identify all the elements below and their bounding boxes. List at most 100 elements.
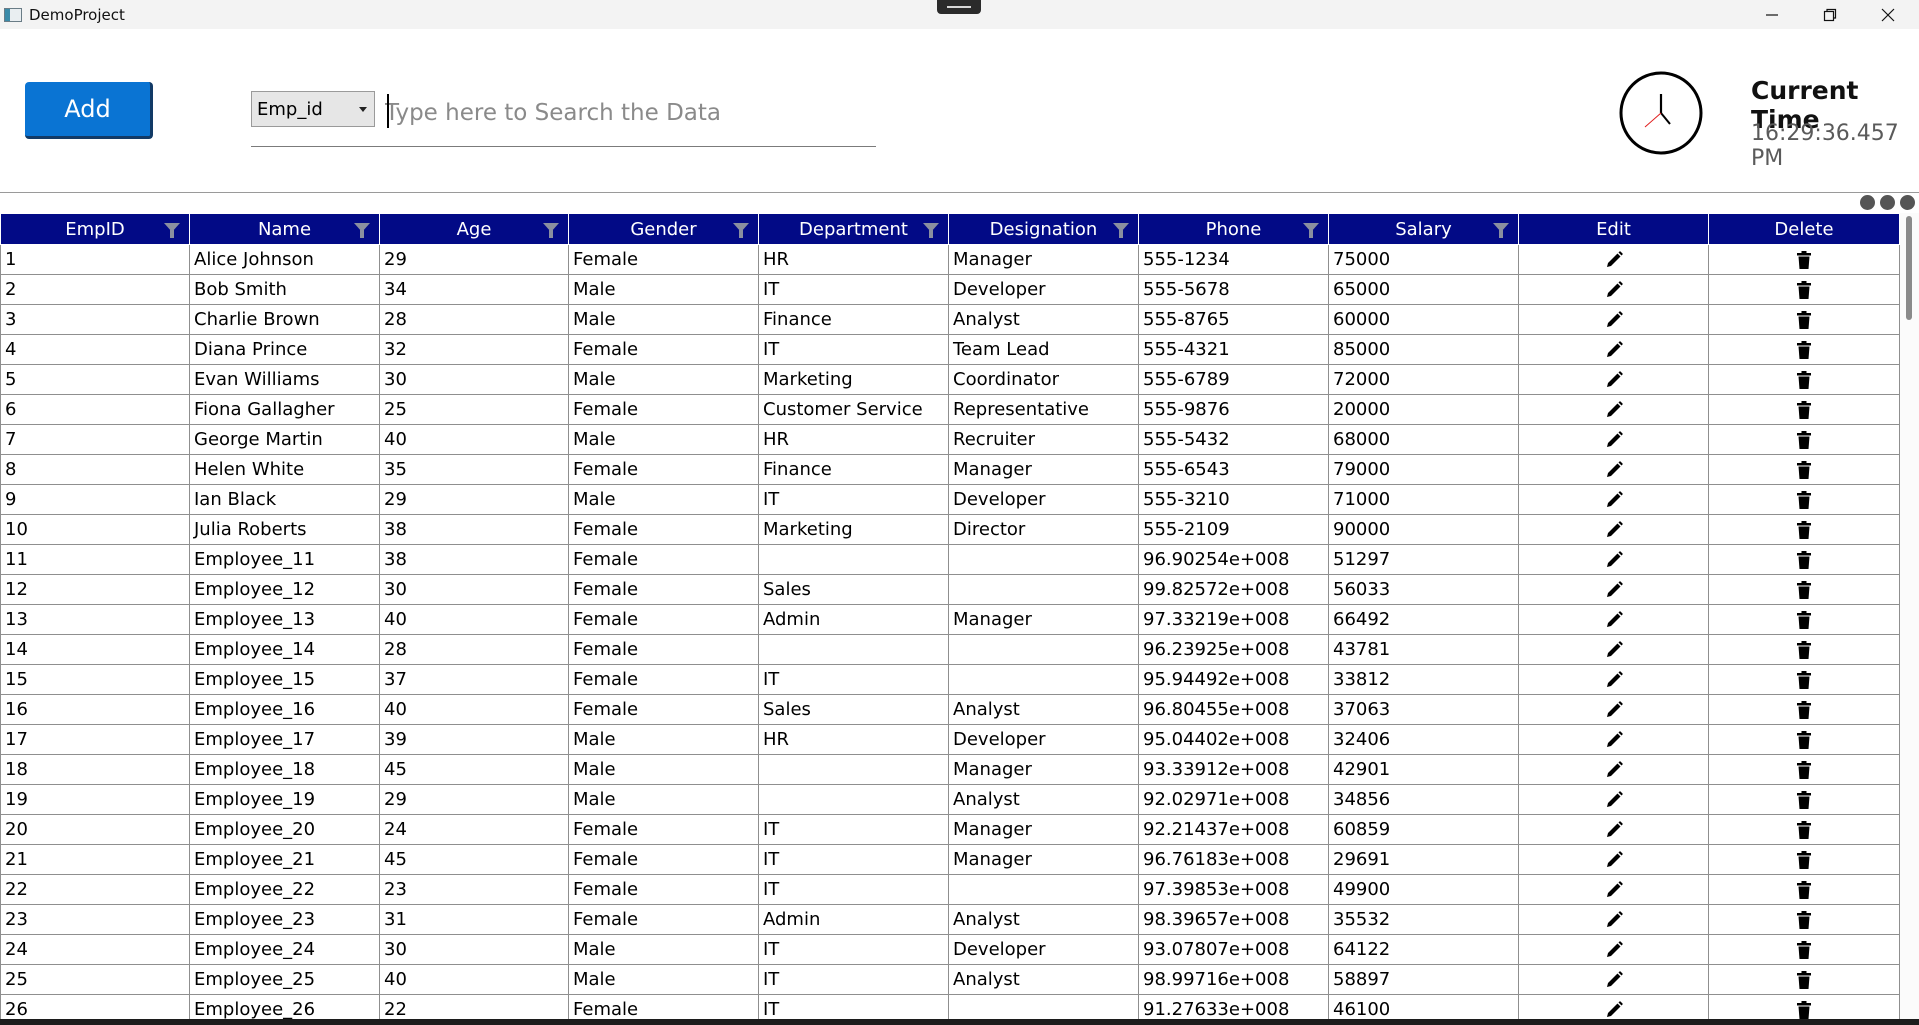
table-row[interactable]: 12 Employee_12 30 Female Sales 99.82572e+008 5… — [0, 574, 1900, 605]
cell-gender[interactable]: Female — [568, 634, 759, 665]
cell-age[interactable]: 39 — [379, 724, 569, 755]
cell-designation[interactable]: Representative — [948, 394, 1139, 425]
cell-age[interactable]: 45 — [379, 754, 569, 785]
cell-gender[interactable]: Female — [568, 604, 759, 635]
cell-gender[interactable]: Female — [568, 454, 759, 485]
edit-button[interactable] — [1518, 454, 1709, 485]
cell-department[interactable]: Finance — [758, 454, 949, 485]
cell-name[interactable]: Diana Prince — [189, 334, 380, 365]
add-button[interactable]: Add — [25, 82, 153, 139]
cell-salary[interactable]: 66492 — [1328, 604, 1519, 635]
delete-button[interactable] — [1708, 244, 1900, 275]
cell-empid[interactable]: 12 — [0, 574, 190, 605]
cell-department[interactable]: IT — [758, 964, 949, 995]
filter-icon[interactable] — [733, 223, 749, 238]
edit-button[interactable] — [1518, 604, 1709, 635]
filter-icon[interactable] — [1113, 223, 1129, 238]
close-button[interactable] — [1859, 0, 1917, 29]
delete-button[interactable] — [1708, 904, 1900, 935]
cell-salary[interactable]: 20000 — [1328, 394, 1519, 425]
cell-designation[interactable] — [948, 664, 1139, 695]
cell-name[interactable]: Evan Williams — [189, 364, 380, 395]
cell-empid[interactable]: 18 — [0, 754, 190, 785]
cell-gender[interactable]: Female — [568, 514, 759, 545]
cell-name[interactable]: Employee_25 — [189, 964, 380, 995]
cell-department[interactable]: Marketing — [758, 514, 949, 545]
filter-icon[interactable] — [1493, 223, 1509, 238]
cell-phone[interactable]: 555-5678 — [1138, 274, 1329, 305]
cell-empid[interactable]: 4 — [0, 334, 190, 365]
cell-age[interactable]: 30 — [379, 934, 569, 965]
cell-empid[interactable]: 25 — [0, 964, 190, 995]
edit-button[interactable] — [1518, 304, 1709, 335]
restore-button[interactable] — [1801, 0, 1859, 29]
column-header-phone[interactable]: Phone — [1138, 213, 1329, 245]
cell-phone[interactable]: 92.02971e+008 — [1138, 784, 1329, 815]
delete-button[interactable] — [1708, 964, 1900, 995]
edit-button[interactable] — [1518, 394, 1709, 425]
edit-button[interactable] — [1518, 664, 1709, 695]
cell-department[interactable]: IT — [758, 274, 949, 305]
edit-button[interactable] — [1518, 844, 1709, 875]
cell-department[interactable]: IT — [758, 484, 949, 515]
cell-phone[interactable]: 99.82572e+008 — [1138, 574, 1329, 605]
cell-phone[interactable]: 93.33912e+008 — [1138, 754, 1329, 785]
cell-designation[interactable]: Analyst — [948, 694, 1139, 725]
edit-button[interactable] — [1518, 904, 1709, 935]
minimize-button[interactable] — [1743, 0, 1801, 29]
cell-salary[interactable]: 79000 — [1328, 454, 1519, 485]
filter-icon[interactable] — [354, 223, 370, 238]
cell-name[interactable]: Charlie Brown — [189, 304, 380, 335]
cell-gender[interactable]: Female — [568, 664, 759, 695]
cell-salary[interactable]: 64122 — [1328, 934, 1519, 965]
table-row[interactable]: 7 George Martin 40 Male HR Recruiter 555-5432 6… — [0, 424, 1900, 455]
column-header-edit[interactable]: Edit — [1518, 213, 1709, 245]
delete-button[interactable] — [1708, 514, 1900, 545]
delete-button[interactable] — [1708, 934, 1900, 965]
cell-phone[interactable]: 555-6789 — [1138, 364, 1329, 395]
cell-gender[interactable]: Male — [568, 484, 759, 515]
delete-button[interactable] — [1708, 694, 1900, 725]
cell-designation[interactable]: Team Lead — [948, 334, 1139, 365]
cell-department[interactable]: Sales — [758, 694, 949, 725]
cell-name[interactable]: Employee_21 — [189, 844, 380, 875]
cell-designation[interactable]: Manager — [948, 244, 1139, 275]
edit-button[interactable] — [1518, 814, 1709, 845]
table-row[interactable]: 2 Bob Smith 34 Male IT Developer 555-5678 65000 — [0, 274, 1900, 305]
cell-designation[interactable] — [948, 574, 1139, 605]
cell-gender[interactable]: Male — [568, 784, 759, 815]
table-row[interactable]: 4 Diana Prince 32 Female IT Team Lead 555-4321… — [0, 334, 1900, 365]
cell-department[interactable]: HR — [758, 424, 949, 455]
cell-designation[interactable] — [948, 634, 1139, 665]
cell-empid[interactable]: 11 — [0, 544, 190, 575]
cell-phone[interactable]: 98.99716e+008 — [1138, 964, 1329, 995]
cell-age[interactable]: 40 — [379, 964, 569, 995]
cell-designation[interactable] — [948, 544, 1139, 575]
table-row[interactable]: 13 Employee_13 40 Female Admin Manager 97.3321… — [0, 604, 1900, 635]
cell-department[interactable]: IT — [758, 934, 949, 965]
cell-name[interactable]: Alice Johnson — [189, 244, 380, 275]
cell-name[interactable]: Employee_12 — [189, 574, 380, 605]
cell-name[interactable]: Employee_22 — [189, 874, 380, 905]
cell-age[interactable]: 24 — [379, 814, 569, 845]
edit-button[interactable] — [1518, 364, 1709, 395]
filter-icon[interactable] — [923, 223, 939, 238]
delete-button[interactable] — [1708, 814, 1900, 845]
cell-name[interactable]: Fiona Gallagher — [189, 394, 380, 425]
cell-age[interactable]: 30 — [379, 574, 569, 605]
cell-empid[interactable]: 24 — [0, 934, 190, 965]
cell-name[interactable]: Ian Black — [189, 484, 380, 515]
cell-empid[interactable]: 23 — [0, 904, 190, 935]
cell-gender[interactable]: Male — [568, 754, 759, 785]
cell-age[interactable]: 23 — [379, 874, 569, 905]
cell-department[interactable] — [758, 634, 949, 665]
delete-button[interactable] — [1708, 484, 1900, 515]
delete-button[interactable] — [1708, 754, 1900, 785]
delete-button[interactable] — [1708, 634, 1900, 665]
cell-name[interactable]: Bob Smith — [189, 274, 380, 305]
cell-department[interactable]: Customer Service — [758, 394, 949, 425]
cell-age[interactable]: 32 — [379, 334, 569, 365]
cell-age[interactable]: 34 — [379, 274, 569, 305]
cell-phone[interactable]: 555-3210 — [1138, 484, 1329, 515]
cell-designation[interactable]: Manager — [948, 604, 1139, 635]
